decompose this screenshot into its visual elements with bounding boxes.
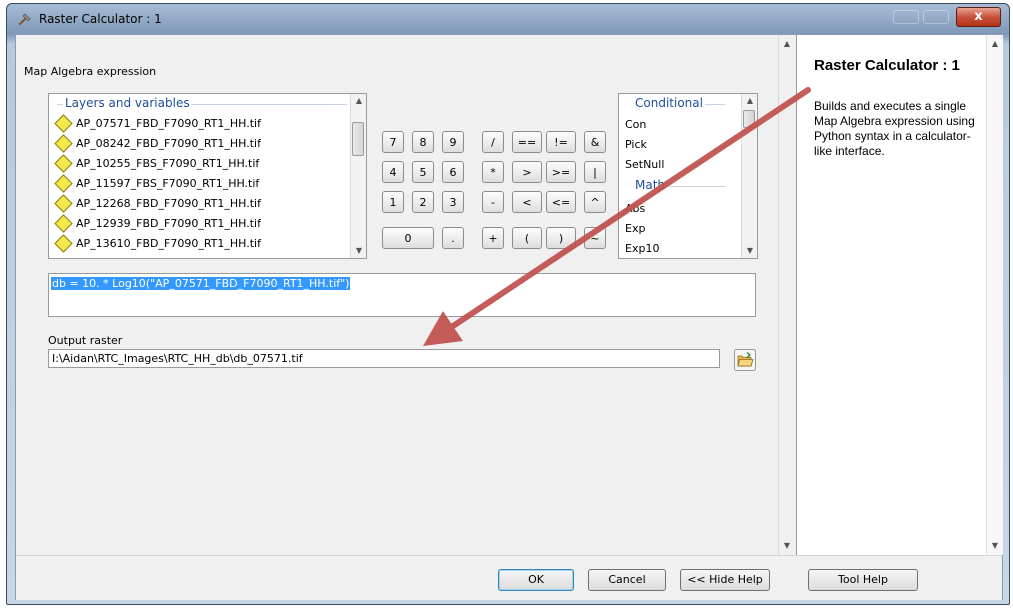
function-item-con[interactable]: Con (625, 118, 646, 131)
layer-item-label: AP_11597_FBS_F7090_RT1_HH.tif (76, 176, 260, 190)
raster-layer-icon (54, 133, 73, 153)
layer-item-label: AP_08242_FBD_F7090_RT1_HH.tif (76, 136, 261, 150)
key-greater-equal[interactable]: >= (546, 161, 576, 183)
layer-item[interactable]: AP_10255_FBS_F7090_RT1_HH.tif (54, 153, 260, 173)
key-xor[interactable]: ^ (584, 191, 606, 213)
group-divider (705, 104, 725, 105)
dialog-window: Raster Calculator : 1 x Map Algebra expr… (6, 3, 1010, 605)
help-description: Builds and executes a single Map Algebra… (814, 99, 975, 158)
layer-item[interactable]: AP_07571_FBD_F7090_RT1_HH.tif (54, 113, 261, 133)
layer-item[interactable]: AP_12939_FBD_F7090_RT1_HH.tif (54, 213, 261, 233)
conditional-group-header: Conditional (633, 96, 705, 110)
key-9[interactable]: 9 (442, 131, 464, 153)
expression-text: db = 10. * Log10("AP_07571_FBD_F7090_RT1… (51, 277, 351, 290)
key-5[interactable]: 5 (412, 161, 434, 183)
scroll-up-icon[interactable]: ▲ (742, 94, 757, 108)
scroll-down-icon[interactable]: ▼ (351, 244, 366, 258)
functions-scrollbar[interactable]: ▲ ▼ (741, 94, 757, 258)
function-item-setnull[interactable]: SetNull (625, 158, 664, 171)
function-item-exp[interactable]: Exp (625, 222, 645, 235)
key-equal[interactable]: == (512, 131, 542, 153)
layer-item[interactable]: AP_13610_FBD_F7090_RT1_HH.tif (54, 233, 261, 253)
raster-layer-icon (54, 173, 73, 193)
key-open-paren[interactable]: ( (512, 227, 542, 249)
scroll-down-icon[interactable]: ▼ (987, 539, 1003, 553)
title-bar[interactable]: Raster Calculator : 1 x (7, 4, 1009, 34)
key-close-paren[interactable]: ) (546, 227, 576, 249)
close-button[interactable]: x (956, 7, 1001, 27)
scroll-up-icon[interactable]: ▲ (987, 37, 1003, 51)
layer-item[interactable]: AP_12268_FBD_F7090_RT1_HH.tif (54, 193, 261, 213)
cancel-button[interactable]: Cancel (588, 569, 666, 591)
button-bar: OK Cancel << Hide Help Tool Help (16, 555, 1002, 600)
folder-open-icon[interactable] (734, 349, 756, 371)
hammer-icon (19, 13, 31, 25)
key-3[interactable]: 3 (442, 191, 464, 213)
key-divide[interactable]: / (482, 131, 504, 153)
output-raster-field[interactable]: I:\Aidan\RTC_Images\RTC_HH_db\db_07571.t… (48, 349, 720, 368)
maximize-icon[interactable] (923, 10, 949, 24)
tool-panel-scrollbar[interactable]: ▲ ▼ (778, 35, 795, 555)
math-group-header: Math (633, 178, 668, 192)
layers-listbox[interactable]: Layers and variables AP_07571_FBD_F7090_… (48, 93, 367, 259)
key-6[interactable]: 6 (442, 161, 464, 183)
scroll-up-icon[interactable]: ▲ (351, 94, 366, 108)
functions-listbox[interactable]: Conditional Con Pick SetNull Math Abs Ex… (618, 93, 758, 259)
key-not-equal[interactable]: != (546, 131, 576, 153)
raster-layer-icon (54, 193, 73, 213)
key-or[interactable]: | (584, 161, 606, 183)
raster-layer-icon (54, 233, 73, 253)
layer-item-label: AP_13610_FBD_F7090_RT1_HH.tif (76, 236, 261, 250)
key-8[interactable]: 8 (412, 131, 434, 153)
function-item-exp10[interactable]: Exp10 (625, 242, 659, 255)
help-panel: Raster Calculator : 1 Builds and execute… (796, 35, 1003, 555)
key-not[interactable]: ~ (584, 227, 606, 249)
layer-item[interactable]: AP_11597_FBS_F7090_RT1_HH.tif (54, 173, 260, 193)
key-and[interactable]: & (584, 131, 606, 153)
layers-scrollbar[interactable]: ▲ ▼ (350, 94, 366, 258)
layer-item-label: AP_10255_FBS_F7090_RT1_HH.tif (76, 156, 260, 170)
dialog-client: Map Algebra expression Layers and variab… (15, 34, 1003, 600)
scroll-thumb[interactable] (743, 110, 755, 128)
key-decimal[interactable]: . (442, 227, 464, 249)
key-2[interactable]: 2 (412, 191, 434, 213)
window-title: Raster Calculator : 1 (39, 12, 162, 26)
key-greater[interactable]: > (512, 161, 542, 183)
function-item-abs[interactable]: Abs (625, 202, 645, 215)
help-scrollbar[interactable]: ▲ ▼ (986, 35, 1003, 555)
layer-item-label: AP_07571_FBD_F7090_RT1_HH.tif (76, 116, 261, 130)
hide-help-button[interactable]: << Hide Help (680, 569, 770, 591)
key-4[interactable]: 4 (382, 161, 404, 183)
expression-textbox[interactable]: db = 10. * Log10("AP_07571_FBD_F7090_RT1… (48, 273, 756, 317)
scroll-down-icon[interactable]: ▼ (742, 244, 757, 258)
layer-item-label: AP_12939_FBD_F7090_RT1_HH.tif (76, 216, 261, 230)
tool-panel: Map Algebra expression Layers and variab… (16, 35, 795, 555)
help-title: Raster Calculator : 1 (814, 57, 960, 74)
key-multiply[interactable]: * (482, 161, 504, 183)
scroll-up-icon[interactable]: ▲ (779, 37, 795, 51)
key-7[interactable]: 7 (382, 131, 404, 153)
layer-item[interactable]: AP_08242_FBD_F7090_RT1_HH.tif (54, 133, 261, 153)
layer-item-label: AP_12268_FBD_F7090_RT1_HH.tif (76, 196, 261, 210)
minimize-icon[interactable] (893, 10, 919, 24)
raster-layer-icon (54, 153, 73, 173)
key-minus[interactable]: - (482, 191, 504, 213)
map-algebra-label: Map Algebra expression (24, 65, 157, 78)
key-less[interactable]: < (512, 191, 542, 213)
raster-layer-icon (54, 213, 73, 233)
tool-help-button[interactable]: Tool Help (808, 569, 918, 591)
key-1[interactable]: 1 (382, 191, 404, 213)
output-raster-label: Output raster (48, 334, 123, 347)
ok-button[interactable]: OK (498, 569, 574, 591)
function-item-pick[interactable]: Pick (625, 138, 647, 151)
raster-layer-icon (54, 113, 73, 133)
window-caption-buttons (893, 10, 953, 26)
scroll-down-icon[interactable]: ▼ (779, 539, 795, 553)
scroll-thumb[interactable] (352, 122, 364, 156)
key-less-equal[interactable]: <= (546, 191, 576, 213)
key-0[interactable]: 0 (382, 227, 434, 249)
key-plus[interactable]: + (482, 227, 504, 249)
layers-group-header: Layers and variables (63, 96, 192, 110)
group-divider (669, 186, 725, 187)
